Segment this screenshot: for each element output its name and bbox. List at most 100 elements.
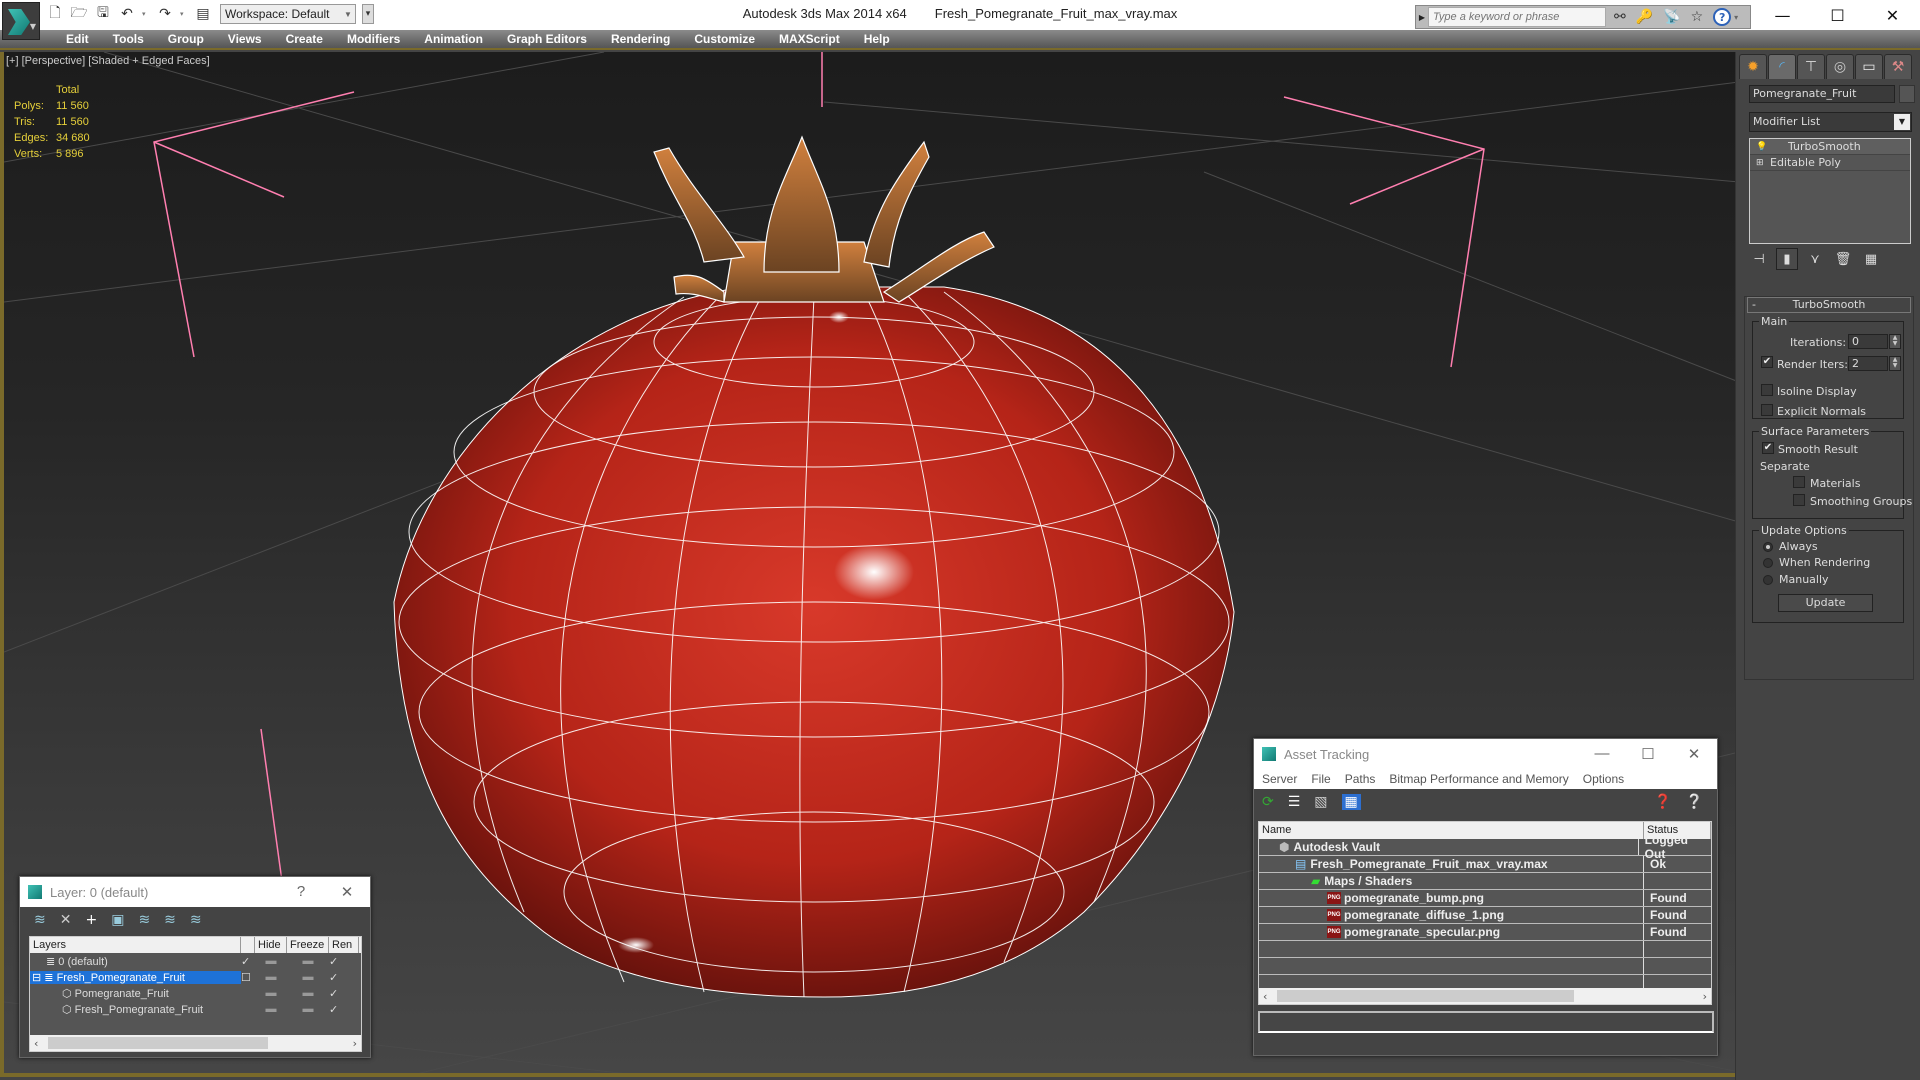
materials-checkbox[interactable] [1793,476,1805,488]
asset-path-field[interactable] [1258,1011,1714,1033]
create-layer-icon[interactable]: ≋ [34,912,46,928]
asset-row[interactable]: PNG pomegranate_specular.png Found [1259,924,1711,941]
expand-icon[interactable]: ⊞ [1756,158,1770,168]
asset-row[interactable]: ⬢ Autodesk Vault Logged Out [1259,833,1711,861]
object-row[interactable]: ⬡ Fresh_Pomegranate_Fruit ▬ ▬ ✓ [30,1001,361,1017]
search-input[interactable] [1428,7,1606,27]
menu-maxscript[interactable]: MAXScript [767,32,852,46]
menu-server[interactable]: Server [1262,772,1297,786]
asset-tracking-titlebar[interactable]: Asset Tracking — ☐ ✕ [1254,739,1717,769]
lightbulb-icon[interactable]: 💡 [1756,142,1770,152]
help-icon[interactable]: ❔ [1686,794,1703,810]
configure-modifier-sets-icon[interactable]: ▦ [1860,248,1882,270]
scroll-right-icon[interactable]: › [1703,990,1707,1003]
highlight-layer-icon[interactable]: ≋ [164,912,176,928]
layer-dialog-titlebar[interactable]: Layer: 0 (default) ? ✕ [20,877,370,907]
customize-qa-button[interactable]: ▾ [362,4,374,24]
stack-item-editable-poly[interactable]: ⊞ Editable Poly [1750,155,1910,171]
menu-create[interactable]: Create [274,32,335,46]
column-freeze[interactable]: Freeze [287,937,329,953]
binoculars-icon[interactable]: ⚯ [1614,9,1626,25]
key-icon[interactable]: 🔑 [1636,9,1653,25]
add-to-layer-icon[interactable]: + [85,912,97,928]
open-file-icon[interactable]: 🗁 [70,5,88,23]
stack-item-turbosmooth[interactable]: 💡 TurboSmooth [1750,139,1910,155]
scrollbar-thumb[interactable] [48,1037,268,1049]
thumbnail-view-icon[interactable]: ▧ [1314,794,1327,810]
help-dropdown-icon[interactable]: ▾ [1734,13,1738,22]
object-name-field[interactable]: Pomegranate_Fruit [1749,85,1895,103]
minimize-button[interactable]: — [1755,0,1810,30]
table-view-icon[interactable]: ▦ [1341,794,1361,810]
object-row[interactable]: ⬡ Pomegranate_Fruit ▬ ▬ ✓ [30,985,361,1001]
select-layer-icon[interactable]: ≋ [138,912,150,928]
application-button[interactable]: ▼ [2,2,40,40]
help-icon[interactable]: ? [1713,8,1732,26]
render-iters-spinner-arrows[interactable]: ▲ ▼ [1889,356,1901,371]
modify-tab-icon[interactable]: ◜ [1768,54,1796,79]
close-button[interactable]: ✕ [1671,745,1717,763]
satellite-icon[interactable]: 📡 [1663,9,1680,25]
set-current-checkbox[interactable]: ☐ [241,971,255,984]
isoline-display-checkbox[interactable] [1761,384,1773,396]
workspace-select[interactable]: Workspace: Default ▼ [220,4,356,24]
scroll-left-icon[interactable]: ‹ [1263,990,1267,1003]
maximize-button[interactable]: ☐ [1625,745,1671,763]
help-button[interactable]: ? [278,883,324,901]
create-tab-icon[interactable]: ✹ [1739,54,1767,79]
menu-group[interactable]: Group [156,32,216,46]
undo-dropdown-icon[interactable]: ▾ [142,10,150,18]
show-end-result-icon[interactable]: ▮ [1776,248,1798,270]
project-folder-icon[interactable]: ▤ [194,5,212,23]
active-check-icon[interactable]: ✓ [241,955,255,968]
save-file-icon[interactable]: 🖫 [94,5,112,23]
new-file-icon[interactable]: 🗋 [46,5,64,23]
asset-row[interactable]: ▤ Fresh_Pomegranate_Fruit_max_vray.max Ok [1259,856,1711,873]
scroll-right-icon[interactable]: › [353,1037,357,1050]
close-button[interactable]: ✕ [1865,0,1920,30]
layer-row[interactable]: ≣ 0 (default) ✓ ▬ ▬ ✓ [30,953,361,969]
utilities-tab-icon[interactable]: ⚒ [1884,54,1912,79]
remove-modifier-icon[interactable]: 🗑 [1832,248,1854,270]
always-radio[interactable] [1763,542,1773,552]
redo-icon[interactable]: ↷ [156,5,174,23]
pin-stack-icon[interactable]: ⊣ [1748,248,1770,270]
horizontal-scrollbar[interactable]: ‹ › [30,1035,361,1051]
menu-animation[interactable]: Animation [412,32,495,46]
column-name[interactable]: Name [1259,822,1644,839]
menu-options[interactable]: Options [1583,772,1624,786]
asset-row[interactable]: PNG pomegranate_bump.png Found [1259,890,1711,907]
manually-radio[interactable] [1763,575,1773,585]
menu-paths[interactable]: Paths [1345,772,1376,786]
menu-rendering[interactable]: Rendering [599,32,682,46]
refresh-icon[interactable]: ⟳ [1262,794,1274,810]
column-layers[interactable]: Layers [30,937,241,953]
hide-freeze-all-icon[interactable]: ≋ [190,912,202,928]
menu-file[interactable]: File [1311,772,1330,786]
smoothing-groups-checkbox[interactable] [1793,494,1805,506]
list-view-icon[interactable]: ☰ [1288,794,1301,810]
menu-tools[interactable]: Tools [101,32,156,46]
hierarchy-tab-icon[interactable]: ⊤ [1797,54,1825,79]
make-unique-icon[interactable]: ⋎ [1804,248,1826,270]
motion-tab-icon[interactable]: ◎ [1826,54,1854,79]
undo-icon[interactable]: ↶ [118,5,136,23]
expand-search-icon[interactable]: ▶ [1416,13,1428,22]
menu-help[interactable]: Help [852,32,902,46]
menu-bitmap-performance[interactable]: Bitmap Performance and Memory [1389,772,1568,786]
render-iters-checkbox[interactable]: ✔ [1761,356,1773,368]
asset-row[interactable]: PNG pomegranate_diffuse_1.png Found [1259,907,1711,924]
iterations-spinner-arrows[interactable]: ▲ ▼ [1889,334,1901,349]
redo-dropdown-icon[interactable]: ▾ [180,10,188,18]
explicit-normals-checkbox[interactable] [1761,404,1773,416]
vault-help-icon[interactable]: ❓ [1654,794,1671,810]
close-button[interactable]: ✕ [324,883,370,901]
menu-views[interactable]: Views [216,32,274,46]
menu-edit[interactable]: Edit [54,32,101,46]
collapse-icon[interactable]: ⊟ [32,972,44,984]
minimize-button[interactable]: — [1579,745,1625,763]
delete-layer-icon[interactable]: ✕ [60,912,72,928]
scroll-left-icon[interactable]: ‹ [34,1037,38,1050]
select-objects-icon[interactable]: ▣ [111,912,124,928]
layer-row[interactable]: ⊟ ≣ Fresh_Pomegranate_Fruit ☐ ▬ ▬ ✓ [30,969,361,985]
